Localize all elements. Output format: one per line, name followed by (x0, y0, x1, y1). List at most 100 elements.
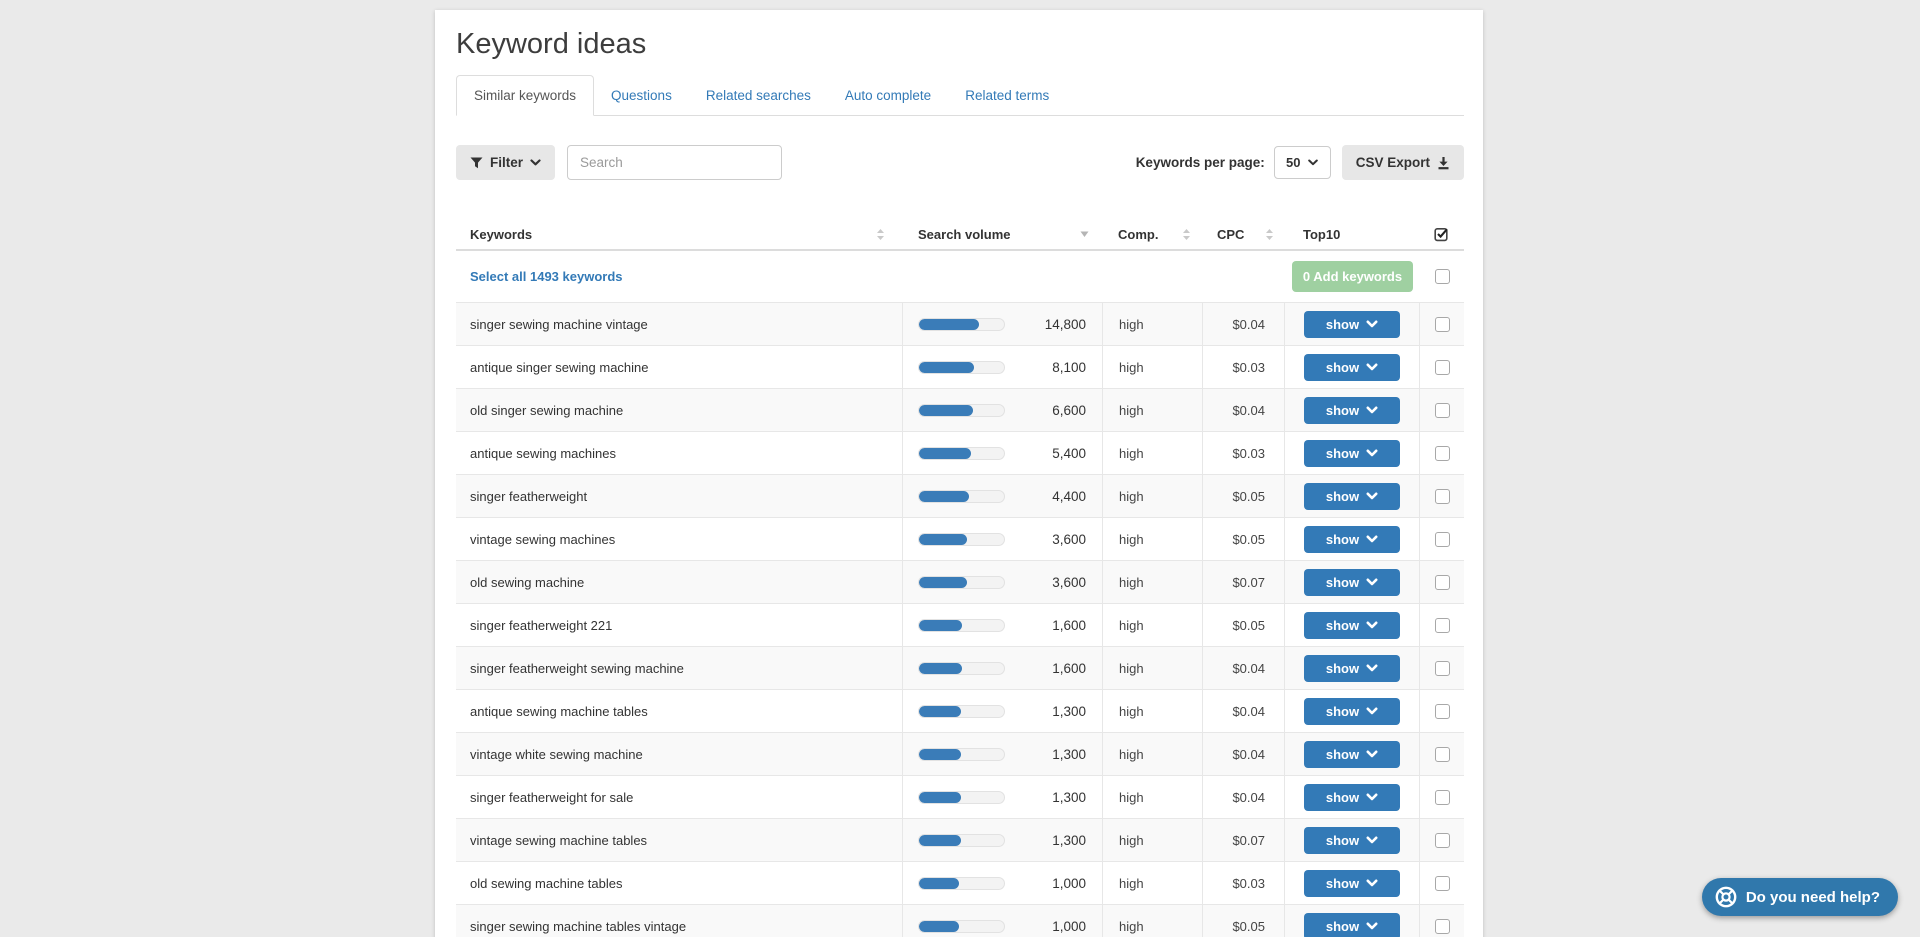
show-button[interactable]: show (1304, 440, 1400, 467)
cpc-value: $0.04 (1232, 790, 1265, 805)
select-all-link[interactable]: Select all 1493 keywords (456, 269, 903, 284)
row-checkbox[interactable] (1435, 876, 1450, 891)
sort-icon[interactable] (876, 228, 885, 241)
volume-bar-fill (919, 448, 971, 459)
show-button[interactable]: show (1304, 827, 1400, 854)
cpc-cell: $0.03 (1203, 432, 1285, 474)
help-button[interactable]: Do you need help? (1702, 878, 1898, 916)
show-button[interactable]: show (1304, 655, 1400, 682)
search-volume-cell: 1,000 (903, 905, 1103, 937)
tab-related-terms[interactable]: Related terms (948, 76, 1066, 115)
competition-value: high (1119, 833, 1144, 848)
search-volume-cell: 4,400 (903, 475, 1103, 517)
show-button[interactable]: show (1304, 741, 1400, 768)
row-checkbox[interactable] (1435, 618, 1450, 633)
row-checkbox[interactable] (1435, 704, 1450, 719)
row-checkbox[interactable] (1435, 833, 1450, 848)
show-button[interactable]: show (1304, 784, 1400, 811)
show-button[interactable]: show (1304, 397, 1400, 424)
column-header-select[interactable] (1420, 226, 1464, 242)
show-button[interactable]: show (1304, 870, 1400, 897)
keyword-cell: singer sewing machine tables vintage (456, 905, 903, 937)
row-checkbox[interactable] (1435, 532, 1450, 547)
keyword-cell: vintage white sewing machine (456, 733, 903, 775)
chevron-down-icon (1366, 750, 1378, 758)
checkbox-cell (1420, 733, 1464, 775)
search-volume-cell: 6,600 (903, 389, 1103, 431)
show-button-label: show (1326, 360, 1359, 375)
column-header-search-volume[interactable]: Search volume (903, 227, 1103, 242)
row-checkbox[interactable] (1435, 489, 1450, 504)
table-row: vintage sewing machine tables 1,300 high… (456, 819, 1464, 862)
filter-button[interactable]: Filter (456, 145, 555, 180)
checkbox-cell (1420, 604, 1464, 646)
search-volume-cell: 1,300 (903, 733, 1103, 775)
per-page-select[interactable]: 50 (1274, 146, 1331, 179)
show-button[interactable]: show (1304, 913, 1400, 937)
row-checkbox[interactable] (1435, 317, 1450, 332)
table-header-row: Keywords Search volume Comp. CPC (456, 219, 1464, 251)
sort-icon[interactable] (1265, 228, 1274, 241)
competition-cell: high (1103, 690, 1203, 732)
csv-export-button[interactable]: CSV Export (1342, 145, 1464, 180)
top10-cell: show (1285, 604, 1420, 646)
sort-icon[interactable] (1182, 228, 1191, 241)
show-button[interactable]: show (1304, 354, 1400, 381)
sort-desc-icon[interactable] (1080, 231, 1089, 237)
search-input[interactable] (567, 145, 782, 180)
column-header-keywords[interactable]: Keywords (456, 227, 903, 242)
row-checkbox[interactable] (1435, 446, 1450, 461)
lifebuoy-icon (1714, 885, 1738, 909)
row-checkbox[interactable] (1435, 403, 1450, 418)
cpc-cell: $0.05 (1203, 518, 1285, 560)
column-header-comp[interactable]: Comp. (1103, 227, 1203, 242)
show-button[interactable]: show (1304, 612, 1400, 639)
keyword-cell: singer featherweight for sale (456, 776, 903, 818)
cpc-cell: $0.04 (1203, 389, 1285, 431)
select-all-row-checkbox[interactable] (1435, 269, 1450, 284)
select-all-checkbox-icon[interactable] (1434, 226, 1450, 242)
volume-value: 3,600 (1052, 532, 1086, 547)
table-row: old singer sewing machine 6,600 high $0.… (456, 389, 1464, 432)
tab-related-searches[interactable]: Related searches (689, 76, 828, 115)
row-checkbox[interactable] (1435, 790, 1450, 805)
per-page-value: 50 (1286, 155, 1300, 170)
cpc-header-label: CPC (1217, 227, 1244, 242)
top10-cell: show (1285, 647, 1420, 689)
cpc-value: $0.03 (1232, 876, 1265, 891)
volume-bar-fill (919, 577, 967, 588)
table-row: old sewing machine 3,600 high $0.07 show (456, 561, 1464, 604)
search-volume-cell: 3,600 (903, 561, 1103, 603)
cpc-cell: $0.04 (1203, 690, 1285, 732)
checkbox-cell (1420, 647, 1464, 689)
row-checkbox[interactable] (1435, 919, 1450, 934)
row-checkbox[interactable] (1435, 360, 1450, 375)
tab-questions[interactable]: Questions (594, 76, 689, 115)
show-button-label: show (1326, 618, 1359, 633)
show-button[interactable]: show (1304, 526, 1400, 553)
add-keywords-button[interactable]: 0 Add keywords (1292, 261, 1413, 292)
checkbox-cell (1420, 346, 1464, 388)
checkbox-cell (1420, 690, 1464, 732)
tab-auto-complete[interactable]: Auto complete (828, 76, 948, 115)
row-checkbox[interactable] (1435, 747, 1450, 762)
filter-icon (470, 157, 483, 169)
table-row: singer sewing machine vintage 14,800 hig… (456, 303, 1464, 346)
volume-bar-fill (919, 491, 969, 502)
cpc-cell: $0.04 (1203, 647, 1285, 689)
show-button[interactable]: show (1304, 569, 1400, 596)
table-body: singer sewing machine vintage 14,800 hig… (456, 303, 1464, 937)
table-row: old sewing machine tables 1,000 high $0.… (456, 862, 1464, 905)
search-volume-cell: 5,400 (903, 432, 1103, 474)
show-button[interactable]: show (1304, 311, 1400, 338)
tab-similar-keywords[interactable]: Similar keywords (456, 75, 594, 116)
row-checkbox[interactable] (1435, 575, 1450, 590)
volume-value: 1,000 (1052, 919, 1086, 934)
show-button[interactable]: show (1304, 698, 1400, 725)
keywords-header-label: Keywords (470, 227, 532, 242)
show-button[interactable]: show (1304, 483, 1400, 510)
top10-cell: show (1285, 819, 1420, 861)
row-checkbox[interactable] (1435, 661, 1450, 676)
column-header-cpc[interactable]: CPC (1203, 227, 1285, 242)
search-volume-cell: 1,300 (903, 819, 1103, 861)
